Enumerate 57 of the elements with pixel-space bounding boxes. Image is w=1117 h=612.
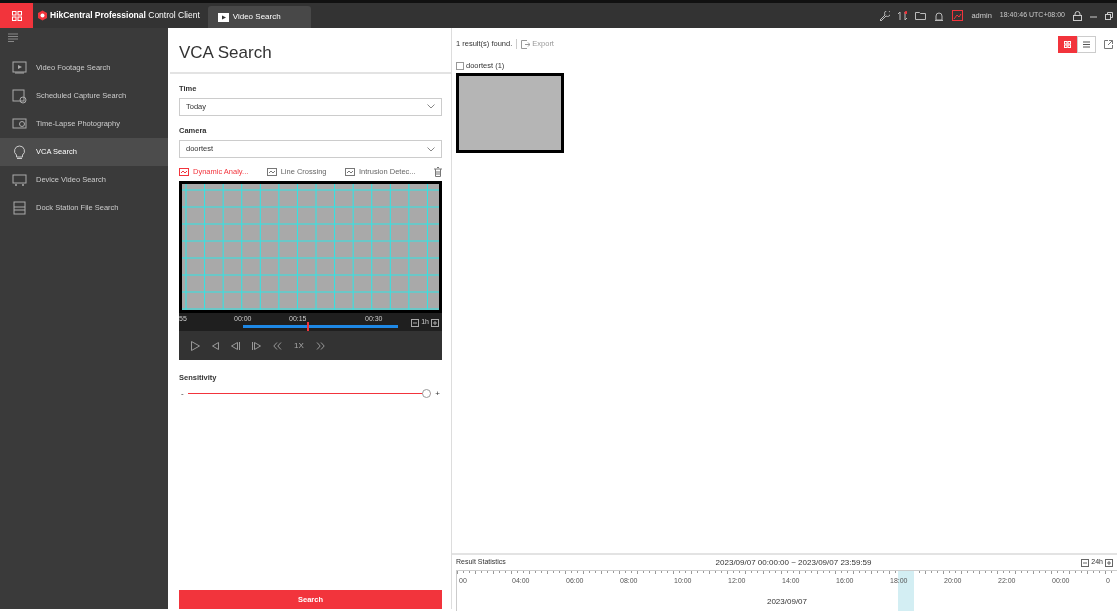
transfer-icon [898,10,908,21]
play-icon [191,340,200,351]
open-external-icon [1104,39,1113,49]
panel-title: VCA Search [170,28,451,74]
double-chevron-right-icon [315,341,325,350]
trash-icon [434,166,442,177]
checkbox[interactable] [456,61,464,70]
increase-button[interactable]: + [435,387,440,400]
window-tab[interactable]: Video Search [207,6,311,28]
dock-icon [12,200,27,216]
slider-track[interactable] [187,389,432,398]
step-forward-icon [252,341,261,350]
video-icon [217,12,229,22]
view-mode-button[interactable] [1077,35,1096,53]
previous-frame-button[interactable] [212,341,219,350]
step-back-button[interactable] [231,341,240,350]
grid-icon [1064,40,1071,48]
slow-down-button[interactable] [273,341,282,350]
chevron-icon [427,104,435,110]
alert-icon [952,10,964,21]
rule-icon [266,167,277,176]
restore-icon [1105,11,1113,20]
app-title: HikCentral Professional Control Client [50,9,200,22]
zoom-out-icon [1081,558,1090,567]
decrease-button[interactable]: - [181,387,184,400]
step-back-icon [231,341,240,350]
speed-label: 1X [294,339,304,352]
folder-icon [915,11,927,20]
speed-up-button[interactable] [315,341,325,350]
play-button[interactable] [191,340,200,351]
zoom-out-icon [411,318,420,327]
zoom-in-icon [431,318,439,327]
chevron-icon [427,146,435,152]
camera-icon [12,116,27,132]
zoom-in-icon [1105,558,1113,567]
lock-icon [1073,10,1082,21]
rule-icon [344,167,355,176]
photo-placeholder[interactable] [456,73,564,154]
rule-icon [179,167,189,176]
menu-icon [8,33,18,43]
export-icon [521,39,531,49]
capture-icon [12,88,27,104]
wrench-icon [878,10,891,21]
triangle-left-icon [212,341,219,350]
apps-icon [11,10,22,21]
step-forward-button[interactable] [252,341,261,350]
bulb-icon [12,144,27,160]
slider-thumb[interactable] [422,389,432,398]
date-range: 2023/09/07 00:00:00 ~ 2023/09/07 23:59:59 [714,556,873,569]
date-label: 2023/09/07 [766,596,807,606]
device-icon [12,172,27,188]
video-icon [12,60,27,76]
view-mode-button[interactable] [1058,35,1077,53]
double-chevron-left-icon [273,341,282,350]
list-icon [1083,40,1090,48]
logo-icon [37,10,48,21]
alarm-icon [934,10,945,21]
